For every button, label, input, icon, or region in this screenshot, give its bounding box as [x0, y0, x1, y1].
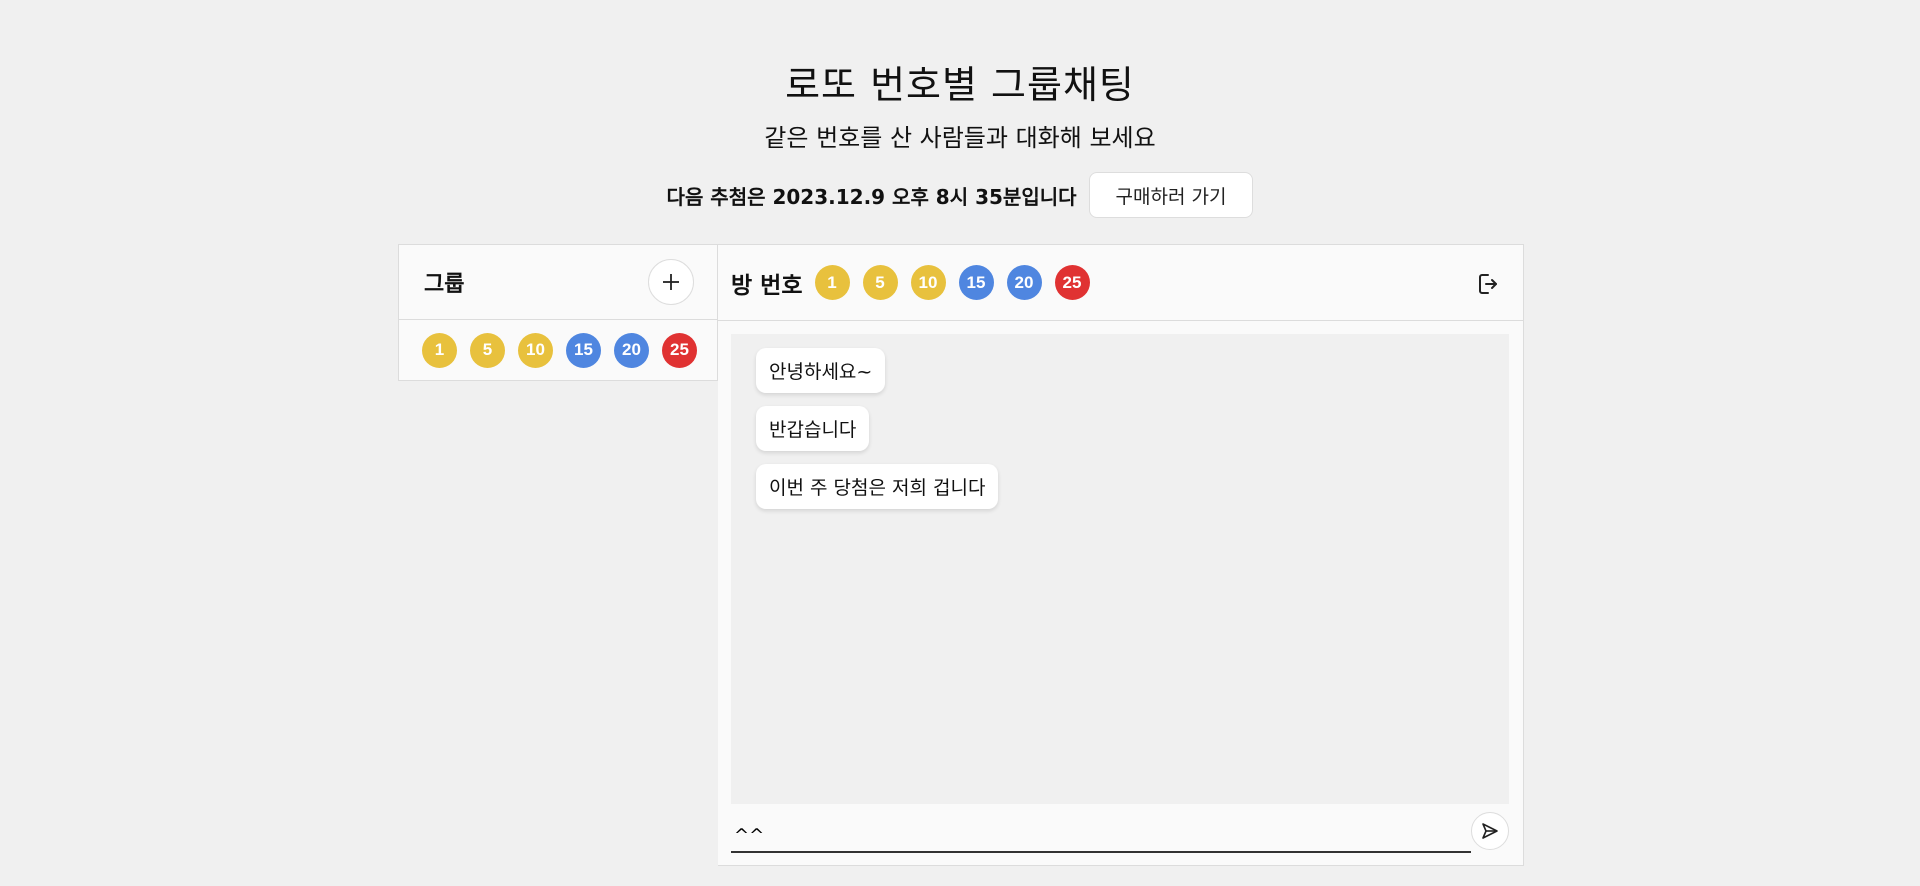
- draw-info: 다음 추첨은 2023.12.9 오후 8시 35분입니다: [666, 184, 1077, 209]
- lotto-ball: 20: [1006, 265, 1042, 300]
- message-list: 안녕하세요~ 반갑습니다 이번 주 당첨은 저희 겁니다: [731, 334, 1509, 804]
- room-label: 방 번호: [731, 272, 803, 299]
- room-numbers: 1 5 10 15 20 25: [814, 265, 1090, 300]
- lotto-ball: 1: [422, 332, 457, 368]
- exit-icon: [1479, 274, 1497, 294]
- message-input-row: [731, 812, 1509, 853]
- lotto-ball: 10: [518, 332, 553, 368]
- sidebar-title: 그룹: [424, 272, 465, 297]
- lotto-ball: 15: [566, 332, 601, 368]
- group-item[interactable]: 1 5 10 15 20 25: [399, 320, 717, 380]
- lotto-ball: 20: [614, 332, 649, 368]
- lotto-ball: 5: [862, 265, 898, 300]
- lotto-ball: 15: [958, 265, 994, 300]
- chat-message: 안녕하세요~: [756, 348, 886, 393]
- send-button[interactable]: [1471, 812, 1509, 850]
- chat-header: 방 번호 1 5 10 15 20 25: [718, 245, 1523, 321]
- page-title: 로또 번호별 그룹채팅: [785, 63, 1135, 107]
- sidebar-header: 그룹: [399, 245, 717, 320]
- exit-room-button[interactable]: [1475, 271, 1501, 297]
- lotto-ball: 5: [470, 332, 505, 368]
- add-group-button[interactable]: [648, 259, 694, 305]
- draw-row: 다음 추첨은 2023.12.9 오후 8시 35분입니다 구매하러 가기: [0, 172, 1920, 218]
- group-sidebar: 그룹 1 5 10 15 20 25: [398, 244, 718, 381]
- chat-panel: 방 번호 1 5 10 15 20 25 안녕하세요~ 반갑습니다 이번 주 당…: [718, 244, 1524, 866]
- lotto-ball: 10: [910, 265, 946, 300]
- page-subtitle: 같은 번호를 산 사람들과 대화해 보세요: [764, 124, 1156, 152]
- lotto-ball: 25: [1054, 265, 1090, 300]
- chat-message: 이번 주 당첨은 저희 겁니다: [756, 464, 999, 509]
- send-icon: [1482, 823, 1498, 839]
- buy-button[interactable]: 구매하러 가기: [1088, 172, 1254, 218]
- plus-icon: [663, 274, 679, 290]
- message-input[interactable]: [731, 819, 1471, 853]
- lotto-ball: 25: [662, 332, 697, 368]
- lotto-ball: 1: [814, 265, 850, 300]
- chat-message: 반갑습니다: [756, 406, 870, 451]
